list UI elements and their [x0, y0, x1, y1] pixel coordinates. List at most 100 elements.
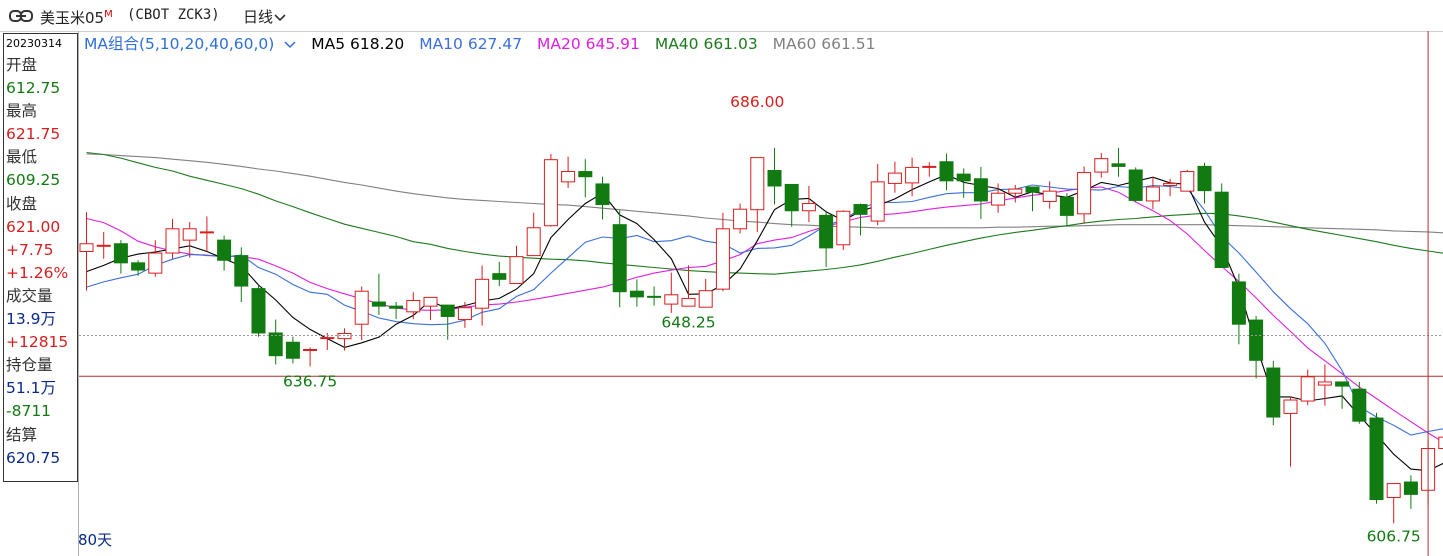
candle[interactable]	[1438, 434, 1443, 453]
candle[interactable]	[234, 247, 249, 303]
ma20-value: MA20 645.91	[537, 35, 640, 53]
candle-body	[1008, 188, 1023, 194]
candle-body	[165, 228, 180, 254]
price-annotation: 606.75	[1367, 527, 1421, 545]
candle-body	[1111, 163, 1126, 167]
candle-body	[784, 183, 799, 212]
candle[interactable]	[492, 261, 507, 287]
candle[interactable]	[870, 163, 885, 226]
candle[interactable]	[647, 286, 662, 306]
candle-body	[234, 255, 249, 287]
candle[interactable]	[1128, 167, 1143, 202]
candle[interactable]	[1403, 475, 1418, 509]
candle[interactable]	[1249, 315, 1264, 379]
candle[interactable]	[922, 162, 937, 177]
candle[interactable]	[767, 147, 782, 205]
candle-body	[268, 332, 283, 357]
candle[interactable]	[905, 157, 920, 197]
candle[interactable]	[440, 304, 455, 340]
candle[interactable]	[371, 273, 386, 315]
candle-body	[1128, 169, 1143, 201]
candle[interactable]	[784, 183, 799, 227]
candle[interactable]	[182, 222, 197, 258]
candle-body	[79, 243, 94, 252]
ma40-value: MA40 661.03	[654, 35, 758, 53]
candlestick-chart[interactable]: 686.00 648.25 636.75 606.75	[0, 0, 1443, 556]
candle[interactable]	[715, 212, 730, 292]
candle[interactable]	[595, 176, 610, 220]
candle[interactable]	[1214, 183, 1229, 268]
candle[interactable]	[973, 166, 988, 219]
candle-body	[1438, 436, 1443, 449]
candle[interactable]	[1180, 170, 1195, 192]
candle-body	[1403, 481, 1418, 495]
candle-body	[337, 332, 352, 340]
candle[interactable]	[1300, 369, 1315, 406]
candle-body	[1180, 171, 1195, 192]
candle[interactable]	[836, 210, 851, 250]
candle[interactable]	[268, 319, 283, 365]
candle[interactable]	[698, 278, 713, 308]
candle-body	[423, 296, 438, 307]
candle-body	[1197, 165, 1212, 192]
candle[interactable]	[750, 157, 765, 232]
candle[interactable]	[561, 156, 576, 189]
candle-body	[251, 288, 266, 334]
candle[interactable]	[629, 279, 644, 307]
candle[interactable]	[457, 302, 472, 328]
candle-body	[715, 228, 730, 290]
candle[interactable]	[939, 153, 954, 191]
candle[interactable]	[337, 328, 352, 351]
candle[interactable]	[406, 292, 421, 320]
candle-body	[1025, 186, 1040, 193]
candle[interactable]	[475, 265, 490, 326]
candle[interactable]	[1042, 181, 1057, 209]
candle[interactable]	[733, 203, 748, 234]
candle[interactable]	[612, 210, 627, 308]
candle[interactable]	[96, 231, 111, 259]
candle-body	[1145, 186, 1160, 202]
candle-body	[1059, 196, 1074, 216]
candle[interactable]	[578, 159, 593, 198]
candle[interactable]	[303, 347, 318, 367]
candle[interactable]	[801, 185, 816, 223]
candle[interactable]	[1335, 381, 1350, 409]
ma-combo-selector[interactable]: MA组合(5,10,20,40,60,0)	[84, 35, 296, 53]
candle[interactable]	[285, 336, 300, 364]
candle[interactable]	[853, 203, 868, 236]
candle-body	[801, 203, 816, 212]
candle[interactable]	[389, 302, 404, 320]
candle[interactable]	[1094, 152, 1109, 178]
candle-body	[991, 192, 1006, 206]
candle[interactable]	[1025, 186, 1040, 212]
candle[interactable]	[1386, 483, 1401, 524]
candle[interactable]	[887, 161, 902, 193]
candle[interactable]	[509, 245, 524, 284]
candle[interactable]	[1283, 396, 1298, 467]
candle[interactable]	[423, 296, 438, 321]
candle-body	[905, 166, 920, 184]
candle[interactable]	[526, 212, 541, 257]
candle[interactable]	[165, 218, 180, 259]
candle[interactable]	[199, 216, 214, 252]
candle[interactable]	[354, 286, 369, 341]
candle[interactable]	[1352, 381, 1367, 424]
candle[interactable]	[79, 212, 94, 291]
candle[interactable]	[131, 260, 146, 276]
candle[interactable]	[1197, 162, 1212, 204]
candle[interactable]	[1369, 412, 1384, 504]
candle[interactable]	[1266, 360, 1281, 426]
candle[interactable]	[1231, 273, 1246, 345]
candle[interactable]	[1059, 193, 1074, 226]
candle-body	[1283, 399, 1298, 414]
candle[interactable]	[217, 235, 232, 271]
candle[interactable]	[543, 154, 558, 227]
candle[interactable]	[664, 272, 679, 313]
candle[interactable]	[1111, 147, 1126, 177]
candle[interactable]	[251, 285, 266, 337]
candle[interactable]	[1077, 166, 1092, 224]
candle-body	[96, 244, 111, 247]
candle[interactable]	[113, 240, 128, 274]
candle[interactable]	[1145, 176, 1160, 210]
candle[interactable]	[819, 210, 834, 267]
